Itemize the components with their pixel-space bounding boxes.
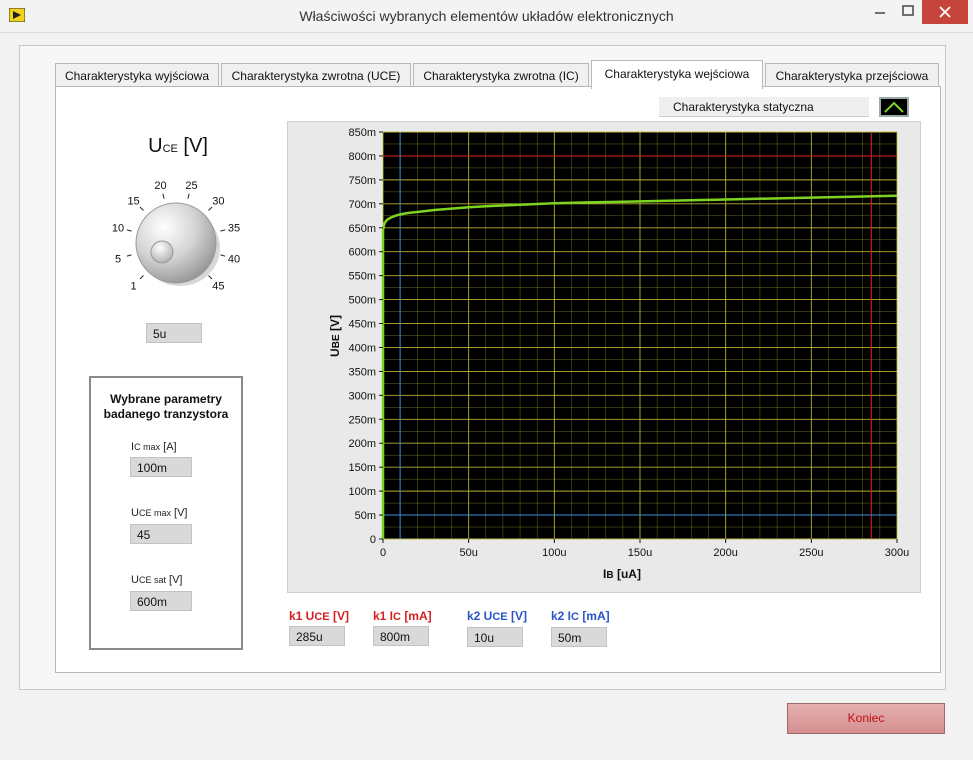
x-tick-label: 150u: [628, 547, 652, 559]
mode-selector[interactable]: Charakterystyka statyczna: [659, 97, 869, 117]
y-tick-labels: 0 50m 100m 150m 200m 250m 300m 350m 400m 450m 500m…: [348, 127, 383, 546]
y-tick-label: 0: [370, 534, 376, 546]
k1-uce-value: 285u: [289, 626, 345, 646]
y-tick-label: 150m: [348, 462, 376, 474]
knob-tick: [220, 229, 226, 232]
tab-input-characteristic[interactable]: Charakterystyka wejściowa: [591, 60, 763, 89]
y-tick-label: 600m: [348, 247, 376, 259]
y-tick-label: 450m: [348, 319, 376, 331]
y-tick-label: 250m: [348, 414, 376, 426]
knob-value[interactable]: 5u: [146, 323, 202, 343]
knob-tick: [187, 193, 190, 199]
quit-button[interactable]: Koniec: [787, 703, 945, 734]
x-tick-label: 300u: [885, 547, 909, 559]
y-tick-label: 500m: [348, 295, 376, 307]
y-tick-label: 750m: [348, 175, 376, 187]
x-tick-labels: 0 50u 100u 150u 200u 250u 300u: [380, 539, 909, 559]
param-uce-sat-label: UCE sat [V]: [131, 574, 183, 586]
tab-bar: Charakterystyka wyjściowa Charakterystyk…: [55, 60, 940, 89]
knob-tick: [208, 275, 213, 280]
knob-pointer: [150, 240, 174, 264]
uce-knob[interactable]: 15101520 2530354045: [95, 165, 260, 300]
knob-scale-label: 35: [228, 222, 240, 234]
y-tick-label: 550m: [348, 271, 376, 283]
knob-scale-label: 5: [115, 254, 121, 266]
knob-scale-label: 1: [131, 280, 137, 292]
x-tick-label: 0: [380, 547, 386, 559]
x-tick-label: 50u: [459, 547, 477, 559]
param-uce-sat-value: 600m: [130, 591, 192, 611]
knob-scale-label: 40: [228, 254, 240, 266]
y-tick-label: 50m: [355, 510, 376, 522]
knob-scale-label: 20: [154, 180, 166, 192]
maximize-icon[interactable]: [894, 0, 922, 24]
y-tick-label: 850m: [348, 127, 376, 139]
tab-output-characteristic[interactable]: Charakterystyka wyjściowa: [55, 63, 219, 88]
k1-ic-label: k1 IC [mA]: [373, 609, 432, 623]
knob-tick: [139, 275, 144, 280]
knob-title: UCE [V]: [148, 135, 208, 157]
title-bar: Właściwości wybranych elementów układów …: [0, 0, 973, 33]
knob-tick: [126, 254, 132, 257]
knob-scale-label: 15: [127, 196, 139, 208]
knob-tick: [126, 229, 132, 232]
y-tick-label: 700m: [348, 199, 376, 211]
param-uce-max-value: 45: [130, 524, 192, 544]
knob-scale-label: 25: [185, 180, 197, 192]
tab-feedback-ic[interactable]: Charakterystyka zwrotna (IC): [413, 63, 589, 88]
k1-uce-label: k1 UCE [V]: [289, 609, 349, 623]
y-tick-label: 400m: [348, 342, 376, 354]
knob-scale-label: 10: [112, 222, 124, 234]
knob-body: [135, 202, 217, 284]
close-icon[interactable]: [922, 0, 968, 24]
window-title: Właściwości wybranych elementów układów …: [299, 8, 674, 24]
param-ic-max-label: IC max [A]: [131, 441, 177, 453]
knob-tick: [139, 206, 144, 211]
y-tick-label: 200m: [348, 438, 376, 450]
k2-uce-label: k2 UCE [V]: [467, 609, 527, 623]
y-tick-label: 800m: [348, 151, 376, 163]
param-ic-max-value: 100m: [130, 457, 192, 477]
k2-ic-label: k2 IC [mA]: [551, 609, 610, 623]
knob-tick: [162, 193, 165, 199]
tab-transfer-characteristic[interactable]: Charakterystyka przejściowa: [765, 63, 939, 88]
y-tick-label: 350m: [348, 366, 376, 378]
param-uce-max-label: UCE max [V]: [131, 507, 188, 519]
minimize-icon[interactable]: [866, 0, 894, 24]
k2-ic-value: 50m: [551, 627, 607, 647]
params-title: Wybrane parametry badanego tranzystora: [103, 392, 229, 421]
chevron-up-icon[interactable]: [879, 97, 909, 117]
input-characteristic-chart[interactable]: 0 50m 100m 150m 200m 250m 300m 350m 400m 450m 500m…: [287, 121, 921, 593]
knob-tick: [220, 254, 226, 257]
y-tick-label: 650m: [348, 223, 376, 235]
x-tick-label: 250u: [799, 547, 823, 559]
knob-scale-label: 30: [212, 196, 224, 208]
y-tick-label: 300m: [348, 390, 376, 402]
tab-feedback-uce[interactable]: Charakterystyka zwrotna (UCE): [221, 63, 411, 88]
k1-ic-value: 800m: [373, 626, 429, 646]
k2-uce-value: 10u: [467, 627, 523, 647]
x-axis-label: IB [uA]: [603, 567, 641, 581]
x-tick-label: 200u: [713, 547, 737, 559]
y-tick-label: 100m: [348, 486, 376, 498]
y-axis-label: UBE [V]: [328, 315, 342, 357]
x-tick-label: 100u: [542, 547, 566, 559]
knob-scale-label: 45: [212, 280, 224, 292]
